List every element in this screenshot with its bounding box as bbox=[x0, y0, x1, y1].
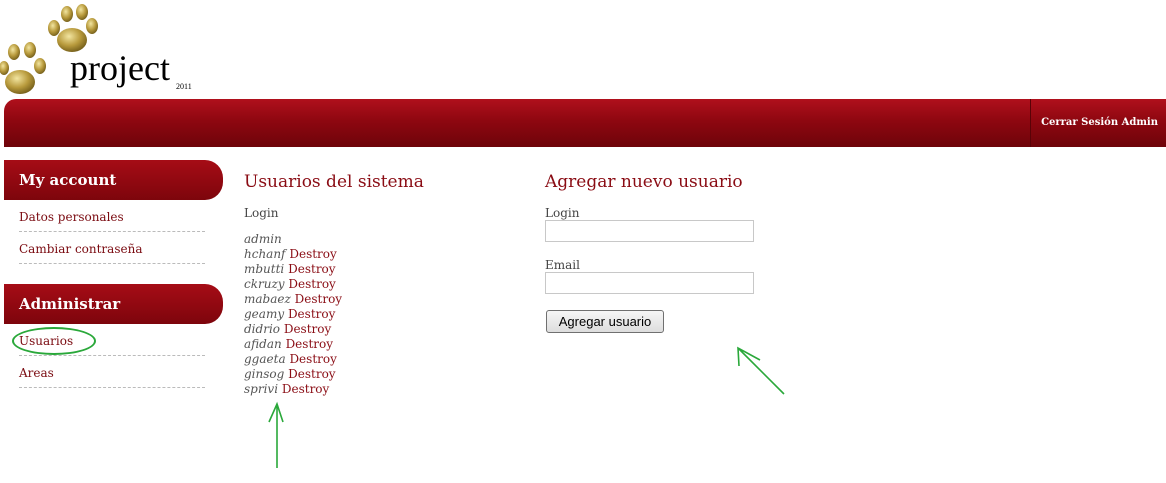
list-item: mabaez Destroy bbox=[244, 292, 342, 307]
list-item: hchanf Destroy bbox=[244, 247, 342, 262]
logo-year: 2011 bbox=[176, 82, 192, 91]
destroy-link[interactable]: Destroy bbox=[288, 262, 335, 276]
add-user-button[interactable]: Agregar usuario bbox=[546, 310, 664, 333]
list-item: admin bbox=[244, 232, 342, 247]
sidebar-heading-administrar: Administrar bbox=[4, 284, 223, 324]
list-item: geamy Destroy bbox=[244, 307, 342, 322]
user-login: ggaeta bbox=[244, 352, 286, 366]
login-input[interactable] bbox=[545, 220, 754, 242]
user-login: ginsog bbox=[244, 367, 285, 381]
destroy-link[interactable]: Destroy bbox=[284, 322, 331, 336]
destroy-link[interactable]: Destroy bbox=[288, 307, 335, 321]
annotation-arrow-diagonal-icon bbox=[737, 346, 785, 395]
annotation-circle bbox=[12, 327, 96, 355]
list-item: ggaeta Destroy bbox=[244, 352, 342, 367]
sidebar-heading-my-account: My account bbox=[4, 160, 223, 200]
list-item: afidan Destroy bbox=[244, 337, 342, 352]
logo-text: project bbox=[70, 48, 170, 88]
destroy-link[interactable]: Destroy bbox=[286, 337, 333, 351]
user-login: hchanf bbox=[244, 247, 286, 261]
destroy-link[interactable]: Destroy bbox=[289, 352, 336, 366]
destroy-link[interactable]: Destroy bbox=[295, 292, 342, 306]
list-item: ginsog Destroy bbox=[244, 367, 342, 382]
user-login: admin bbox=[244, 232, 282, 246]
destroy-link[interactable]: Destroy bbox=[289, 247, 336, 261]
sidebar-item-areas[interactable]: Areas bbox=[19, 358, 205, 388]
user-login: afidan bbox=[244, 337, 282, 351]
sidebar-item-datos-personales[interactable]: Datos personales bbox=[19, 202, 205, 232]
user-login: didrio bbox=[244, 322, 280, 336]
login-label: Login bbox=[545, 206, 580, 220]
user-login: geamy bbox=[244, 307, 285, 321]
topbar-divider bbox=[1030, 99, 1031, 147]
users-column-header: Login bbox=[244, 206, 279, 220]
user-login: mbutti bbox=[244, 262, 285, 276]
users-title: Usuarios del sistema bbox=[244, 172, 424, 192]
new-user-title: Agregar nuevo usuario bbox=[545, 172, 743, 192]
users-list: admin hchanf Destroy mbutti Destroy ckru… bbox=[244, 232, 342, 397]
user-login: ckruzy bbox=[244, 277, 285, 291]
destroy-link[interactable]: Destroy bbox=[288, 367, 335, 381]
annotation-arrow-up-icon bbox=[268, 401, 284, 468]
list-item: didrio Destroy bbox=[244, 322, 342, 337]
top-navigation-bar: Cerrar Sesión Admin bbox=[4, 99, 1166, 147]
sidebar-item-cambiar-contrasena[interactable]: Cambiar contraseña bbox=[19, 234, 205, 264]
email-input[interactable] bbox=[545, 272, 754, 294]
email-label: Email bbox=[545, 258, 580, 272]
list-item: sprivi Destroy bbox=[244, 382, 342, 397]
destroy-link[interactable]: Destroy bbox=[288, 277, 335, 291]
list-item: ckruzy Destroy bbox=[244, 277, 342, 292]
user-login: mabaez bbox=[244, 292, 291, 306]
user-login: sprivi bbox=[244, 382, 279, 396]
list-item: mbutti Destroy bbox=[244, 262, 342, 277]
logout-link[interactable]: Cerrar Sesión Admin bbox=[1041, 117, 1158, 128]
destroy-link[interactable]: Destroy bbox=[282, 382, 329, 396]
logo: project 2011 bbox=[0, 0, 210, 100]
